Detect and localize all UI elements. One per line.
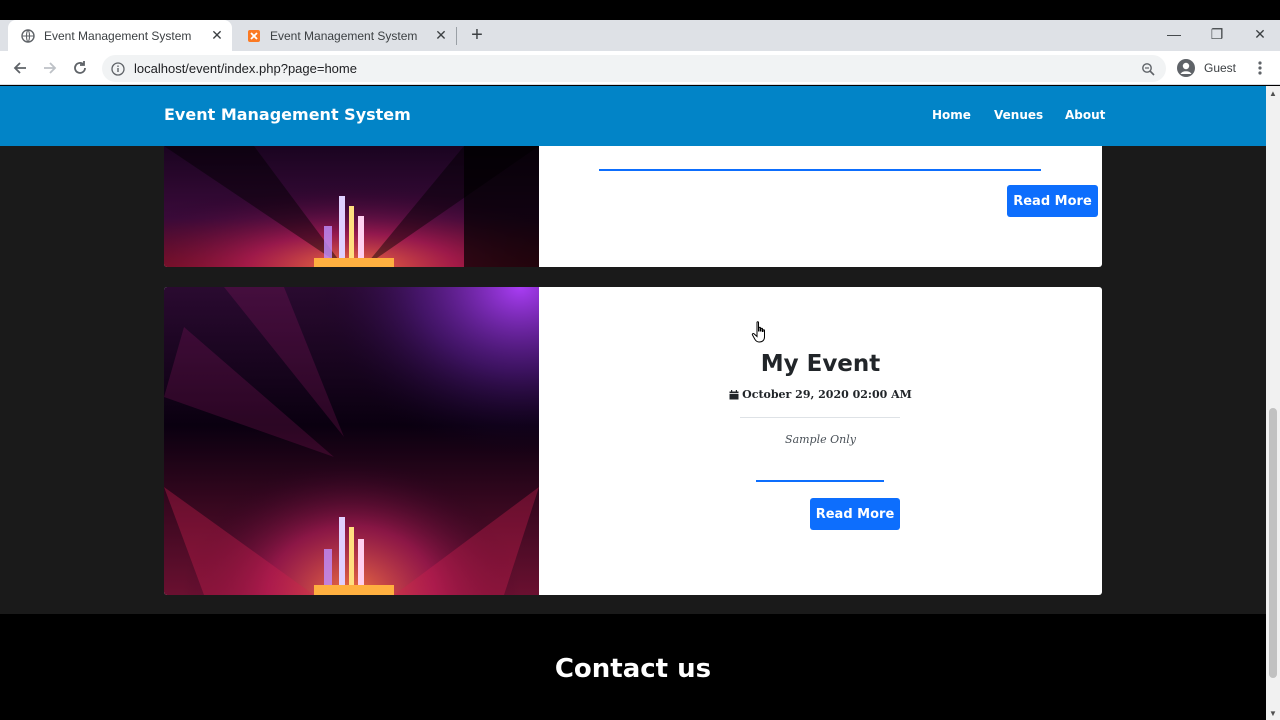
event-description: Sample Only	[785, 433, 856, 446]
tab-event-management-active[interactable]: Event Management System ✕	[8, 20, 232, 51]
nav-link-about[interactable]: About	[1065, 108, 1105, 122]
info-icon[interactable]	[110, 61, 126, 77]
event-title: My Event	[760, 351, 881, 377]
xampp-icon	[246, 28, 262, 44]
tab-event-management[interactable]: Event Management System ✕	[234, 20, 456, 51]
nav-link-home[interactable]: Home	[932, 108, 971, 122]
contact-heading: Contact us	[554, 654, 712, 684]
event-card: Read More	[164, 146, 1102, 267]
event-image	[164, 287, 539, 595]
address-bar[interactable]: localhost/event/index.php?page=home	[102, 55, 1166, 82]
minimize-button[interactable]: —	[1152, 20, 1196, 48]
globe-icon	[20, 28, 36, 44]
tab-close-icon[interactable]: ✕	[208, 27, 226, 45]
profile-button[interactable]: Guest	[1176, 56, 1236, 80]
tab-title: Event Management System	[44, 28, 192, 43]
window-close-button[interactable]: ✕	[1238, 20, 1280, 48]
url-text: localhost/event/index.php?page=home	[134, 61, 357, 76]
hand-cursor-icon	[751, 321, 765, 343]
nav-link-venues[interactable]: Venues	[994, 108, 1043, 122]
new-tab-button[interactable]: +	[466, 24, 488, 46]
site-navbar: Event Management System Home Venues Abou…	[0, 86, 1266, 146]
event-date-text: October 29, 2020 02:00 AM	[742, 388, 912, 401]
contact-section: Contact us	[0, 614, 1266, 720]
scroll-down-arrow-icon[interactable]: ▼	[1266, 706, 1280, 720]
calendar-icon	[729, 389, 739, 399]
event-date: October 29, 2020 02:00 AM	[539, 388, 1102, 401]
scroll-up-arrow-icon[interactable]: ▲	[1266, 86, 1280, 100]
event-image	[164, 146, 539, 267]
site-brand[interactable]: Event Management System	[164, 105, 411, 124]
title-underline	[756, 480, 884, 482]
tab-title: Event Management System	[270, 28, 418, 43]
restore-button[interactable]: ❐	[1195, 20, 1239, 48]
profile-label: Guest	[1204, 61, 1237, 75]
tab-strip: Event Management System ✕ Event Manageme…	[0, 20, 1280, 51]
vertical-scrollbar[interactable]: ▲ ▼	[1266, 86, 1280, 720]
zoom-icon[interactable]	[1138, 59, 1158, 79]
reload-icon[interactable]	[68, 56, 92, 80]
read-more-button[interactable]: Read More	[1007, 185, 1098, 217]
avatar-icon	[1177, 59, 1195, 77]
tab-separator	[456, 27, 457, 45]
menu-kebab-icon[interactable]	[1252, 58, 1268, 78]
scroll-thumb[interactable]	[1269, 408, 1277, 678]
title-underline	[599, 169, 1041, 171]
page-viewport: Read More My Event October 29, 2020 02:0…	[0, 86, 1266, 720]
back-arrow-icon[interactable]	[8, 56, 32, 80]
divider	[740, 417, 900, 418]
os-topbar	[0, 0, 1280, 20]
read-more-button[interactable]: Read More	[810, 498, 900, 530]
forward-arrow-icon[interactable]	[38, 56, 62, 80]
event-card: My Event October 29, 2020 02:00 AM Sampl…	[164, 287, 1102, 595]
tab-close-icon[interactable]: ✕	[432, 27, 450, 45]
browser-toolbar: localhost/event/index.php?page=home Gues…	[0, 51, 1280, 85]
